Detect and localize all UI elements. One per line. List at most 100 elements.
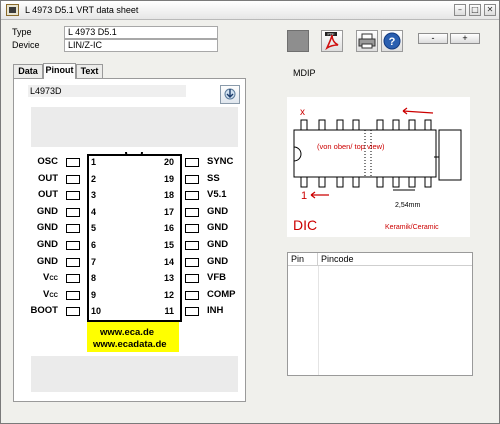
- package-drawing: x (von oben/ top view) 1 2,54mm DIC Kera…: [287, 97, 470, 237]
- package-label: MDIP: [293, 68, 316, 78]
- download-icon: [224, 88, 236, 100]
- left-pin-number: 5: [91, 223, 97, 234]
- right-pin-label: V5.1: [207, 189, 227, 201]
- window-title: L 4973 D5.1 VRT data sheet: [25, 5, 139, 15]
- left-pin-label: OUT: [37, 189, 58, 201]
- app-window: L 4973 D5.1 VRT data sheet – □ ✕ Type L …: [0, 0, 500, 424]
- left-pin-number: 3: [91, 190, 97, 201]
- right-pin-label: INH: [207, 305, 224, 317]
- left-pin-box: [66, 191, 80, 201]
- app-chip-icon: [6, 4, 19, 16]
- right-pin-box: [185, 191, 199, 201]
- left-pin-box: [66, 290, 80, 300]
- right-pin-number: 15: [163, 240, 174, 250]
- package-x-mark: x: [300, 107, 305, 118]
- column-header-pincode[interactable]: Pincode: [318, 253, 472, 266]
- type-label: Type: [12, 27, 32, 37]
- right-pin-box: [185, 307, 199, 317]
- left-pin-label: BOOT: [30, 305, 58, 317]
- download-button[interactable]: [220, 85, 240, 104]
- left-pin-number: 4: [91, 206, 97, 217]
- pdf-button[interactable]: PDF: [321, 30, 343, 52]
- tab-text[interactable]: Text: [76, 64, 103, 78]
- left-pin-label: VCC: [42, 288, 58, 300]
- tab-pinout[interactable]: Pinout: [43, 63, 76, 79]
- svg-text:?: ?: [389, 36, 396, 48]
- device-label: Device: [12, 40, 40, 50]
- material-text: Keramik/Ceramic: [385, 224, 439, 231]
- right-pin-box: [185, 207, 199, 217]
- url-line-1[interactable]: www.eca.de: [100, 327, 154, 338]
- url-line-2[interactable]: www.ecadata.de: [93, 339, 167, 350]
- right-pin-box: [185, 158, 199, 167]
- close-icon[interactable]: ✕: [484, 4, 496, 16]
- left-pin-box: [66, 158, 80, 167]
- tab-data[interactable]: Data: [13, 64, 43, 78]
- left-pin-box: [66, 241, 80, 250]
- zoom-out-button[interactable]: -: [418, 33, 448, 44]
- left-pin-label: GND: [36, 255, 58, 267]
- left-pin-box: [66, 207, 80, 217]
- right-pin-label: SS: [207, 172, 220, 184]
- right-pin-box: [185, 257, 199, 267]
- pitch-text: 2,54mm: [395, 202, 420, 209]
- right-pin-box: [185, 174, 199, 184]
- left-pin-label: GND: [36, 222, 58, 234]
- top-view-text: (von oben/ top view): [317, 142, 385, 151]
- right-pin-number: 16: [163, 223, 174, 234]
- package-outline-image: x (von oben/ top view) 1 2,54mm DIC Kera…: [293, 107, 462, 233]
- left-pin-number: 9: [91, 289, 97, 300]
- right-pin-number: 13: [163, 273, 174, 284]
- pdf-icon: PDF: [325, 32, 339, 51]
- dic-text: DIC: [293, 217, 317, 233]
- right-pin-number: 14: [163, 256, 174, 267]
- left-pin-box: [66, 257, 80, 267]
- chip-notes-area: [31, 356, 238, 392]
- pin-one-marker: 1: [301, 190, 307, 202]
- right-pin-label: GND: [207, 255, 229, 267]
- left-pin-label: OUT: [37, 172, 58, 184]
- left-pin-label: GND: [36, 205, 58, 217]
- right-pin-box: [185, 241, 199, 250]
- right-pin-number: 17: [163, 206, 174, 217]
- left-pin-box: [66, 307, 80, 317]
- help-icon: ?: [383, 32, 401, 50]
- right-pin-number: 18: [163, 190, 174, 201]
- left-pin-number: 7: [91, 256, 97, 267]
- right-pin-number: 11: [164, 306, 174, 317]
- left-pin-number: 10: [91, 306, 102, 317]
- chip-info-area: [31, 107, 238, 147]
- left-pin-number: 2: [91, 173, 97, 184]
- left-pin-box: [66, 274, 80, 284]
- column-header-pin[interactable]: Pin: [288, 253, 318, 266]
- left-pin-label: VCC: [42, 272, 58, 284]
- right-pin-label: SYNC: [207, 156, 234, 167]
- column-divider: [318, 266, 319, 375]
- right-pin-number: 12: [163, 289, 174, 300]
- right-pin-number: 19: [163, 173, 174, 184]
- right-pin-box: [185, 274, 199, 284]
- title-bar[interactable]: L 4973 D5.1 VRT data sheet – □ ✕: [1, 1, 499, 20]
- print-button[interactable]: [356, 30, 378, 52]
- printer-icon: [358, 33, 376, 49]
- left-pin-box: [66, 174, 80, 184]
- left-pin-label: GND: [36, 239, 58, 250]
- left-pin-box: [66, 224, 80, 234]
- right-pin-label: VFB: [207, 272, 226, 284]
- right-pin-box: [185, 224, 199, 234]
- right-pin-label: COMP: [207, 288, 236, 300]
- zoom-in-button[interactable]: +: [450, 33, 480, 44]
- pin-table[interactable]: Pin Pincode: [287, 252, 473, 376]
- right-pin-label: GND: [207, 222, 229, 234]
- left-pin-label: OSC: [37, 156, 58, 167]
- maximize-icon[interactable]: □: [469, 4, 481, 16]
- left-pin-number: 1: [91, 157, 97, 167]
- right-pin-label: GND: [207, 239, 229, 250]
- help-button[interactable]: ?: [381, 30, 403, 52]
- right-pin-label: GND: [207, 205, 229, 217]
- device-field[interactable]: LIN/Z-IC: [64, 39, 218, 52]
- right-pin-number: 20: [163, 157, 174, 167]
- type-field[interactable]: L 4973 D5.1: [64, 26, 218, 39]
- minimize-icon[interactable]: –: [454, 4, 466, 16]
- pdf-badge-text: PDF: [328, 33, 335, 37]
